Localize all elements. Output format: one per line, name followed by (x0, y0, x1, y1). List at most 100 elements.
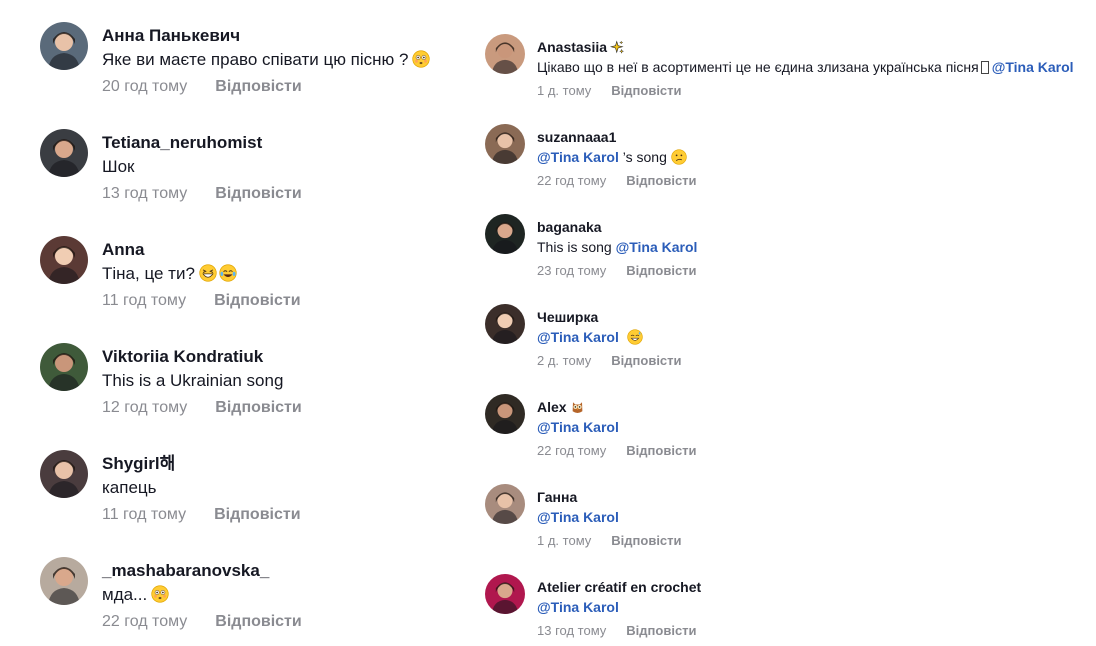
missing-glyph-box (980, 61, 989, 74)
comment-text-content: Цікаво що в неї в асортименті це не єдин… (537, 59, 979, 75)
comment-username-line: Alex (537, 397, 697, 417)
user-avatar[interactable] (40, 343, 88, 391)
reply-button[interactable]: Відповісти (215, 185, 301, 202)
reply-button[interactable]: Відповісти (611, 83, 681, 98)
user-mention-link[interactable]: @Tina Karol (616, 239, 698, 255)
user-avatar[interactable] (485, 484, 525, 524)
comment-meta: 11 год тому Відповісти (102, 504, 301, 526)
comment-meta: 2 д. тому Відповісти (537, 352, 682, 370)
reply-button[interactable]: Відповісти (215, 399, 301, 416)
right-comments-panel: Anastasiia Цікаво що в неї в асортименті … (450, 0, 1096, 646)
comment-username[interactable]: Atelier créatif en crochet (537, 579, 701, 595)
comment-timestamp: 1 д. тому (537, 533, 592, 548)
comment-text: @Tina Karol ’s song (537, 147, 697, 167)
comment-username[interactable]: _mashabaranovska_ (102, 561, 269, 580)
comment-body: Tetiana_neruhomist Шок 13 год тому Відповіс… (102, 131, 302, 205)
user-mention-link[interactable]: @Tina Karol (537, 509, 619, 525)
comment-username-line: Чеширка (537, 307, 682, 327)
comment-body: Анна Панькевич Яке ви маєте право співати… (102, 24, 431, 98)
comment-text: This is song @Tina Karol (537, 237, 697, 257)
user-avatar[interactable] (485, 34, 525, 74)
comment-meta: 11 год тому Відповісти (102, 290, 301, 312)
user-avatar[interactable] (40, 22, 88, 70)
comment-timestamp: 11 год тому (102, 292, 187, 309)
comment-body: Anastasiia Цікаво що в неї в асортименті … (537, 37, 1074, 100)
user-mention-link[interactable]: @Tina Karol (537, 329, 619, 345)
comment-text-content: This is song (537, 239, 616, 255)
comment-timestamp: 22 год тому (537, 443, 607, 458)
comment-username[interactable]: Viktoriia Kondratiuk (102, 347, 263, 366)
comment-body: suzannaaa1 @Tina Karol ’s song 22 год тому… (537, 127, 697, 190)
reply-button[interactable]: Відповісти (611, 533, 681, 548)
comment-text: @Tina Karol (537, 417, 697, 437)
comment-username[interactable]: Ганна (537, 489, 577, 505)
comment-body: Чеширка @Tina Karol 2 д. тому Відповісти (537, 307, 682, 370)
comment-meta: 22 год тому Відповісти (537, 172, 697, 190)
comment-username[interactable]: Анна Панькевич (102, 26, 240, 45)
comment-username[interactable]: Чеширка (537, 309, 598, 325)
comment-text-content: Тіна, це ти? (102, 264, 195, 283)
comment-text-content: This is a Ukrainian song (102, 371, 284, 390)
reply-button[interactable]: Відповісти (214, 292, 300, 309)
comment-text: @Tina Karol (537, 597, 701, 617)
user-avatar[interactable] (40, 557, 88, 605)
comment-text-content: ’s song (618, 149, 667, 165)
comment-meta: 22 год тому Відповісти (102, 611, 302, 633)
comment-username[interactable]: Tetiana_neruhomist (102, 133, 262, 152)
reply-button[interactable]: Відповісти (626, 443, 696, 458)
reply-button[interactable]: Відповісти (626, 173, 696, 188)
comment-meta: 1 д. тому Відповісти (537, 532, 682, 550)
comment-text-content (619, 329, 623, 345)
comment-username[interactable]: Anna (102, 240, 145, 259)
user-mention-link[interactable]: @Tina Karol (537, 419, 619, 435)
comment-meta: 13 год тому Відповісти (102, 183, 302, 205)
comment-timestamp: 20 год тому (102, 78, 188, 95)
comment-body: Anna Тіна, це ти? 11 год тому Відповісти (102, 238, 301, 312)
user-avatar[interactable] (485, 304, 525, 344)
comment-username-line: Анна Панькевич (102, 24, 430, 48)
comment-username[interactable]: baganaka (537, 219, 602, 235)
user-avatar[interactable] (485, 394, 525, 434)
user-avatar[interactable] (485, 214, 525, 254)
comment-username[interactable]: Shygirl해 (102, 454, 175, 473)
reply-button[interactable]: Відповісти (215, 613, 301, 630)
comment-body: Viktoriia Kondratiuk This is a Ukrainian … (102, 345, 302, 419)
comment-username[interactable]: suzannaaa1 (537, 129, 616, 145)
user-avatar[interactable] (40, 236, 88, 284)
user-avatar[interactable] (485, 124, 525, 164)
comment-text-content: Яке ви маєте право співати цю пісню ? (102, 50, 409, 69)
user-avatar[interactable] (40, 450, 88, 498)
comment-username-line: baganaka (537, 217, 697, 237)
comment-username[interactable]: Alex (537, 399, 567, 415)
comment-body: _mashabaranovska_ мда... 22 год тому Відпов… (102, 559, 302, 633)
comment-username-line: suzannaaa1 (537, 127, 697, 147)
reply-button[interactable]: Відповісти (626, 263, 696, 278)
comment-username[interactable]: Anastasiia (537, 39, 607, 55)
comment-text: Тіна, це ти? (102, 262, 301, 286)
comment-meta: 12 год тому Відповісти (102, 397, 302, 419)
flushed-face-emoji (412, 50, 431, 68)
comment-username-line: Atelier créatif en crochet (537, 577, 701, 597)
user-avatar[interactable] (40, 129, 88, 177)
reply-button[interactable]: Відповісти (611, 353, 681, 368)
comment-username-line: Viktoriia Kondratiuk (102, 345, 302, 369)
comment-timestamp: 2 д. тому (537, 353, 592, 368)
left-comments-panel: Анна Панькевич Яке ви маєте право співати… (0, 0, 460, 646)
comment-timestamp: 13 год тому (537, 623, 607, 638)
user-avatar[interactable] (485, 574, 525, 614)
comment-meta: 23 год тому Відповісти (537, 262, 697, 280)
user-mention-link[interactable]: @Tina Karol (537, 599, 619, 615)
comment-text-content: капець (102, 478, 157, 497)
comment-timestamp: 13 год тому (102, 185, 188, 202)
reply-button[interactable]: Відповісти (214, 506, 300, 523)
user-mention-link[interactable]: @Tina Karol (992, 59, 1074, 75)
comment-username-line: Anastasiia (537, 37, 1074, 57)
user-mention-link[interactable]: @Tina Karol (537, 149, 619, 165)
comment-timestamp: 12 год тому (102, 399, 188, 416)
reply-button[interactable]: Відповісти (215, 78, 301, 95)
reply-button[interactable]: Відповісти (626, 623, 696, 638)
comment-timestamp: 11 год тому (102, 506, 187, 523)
tears-of-joy-face-emoji (219, 264, 237, 282)
comment-body: Ганна @Tina Karol 1 д. тому Відповісти (537, 487, 682, 550)
comment-body: Atelier créatif en crochet @Tina Karol 13 … (537, 577, 701, 640)
